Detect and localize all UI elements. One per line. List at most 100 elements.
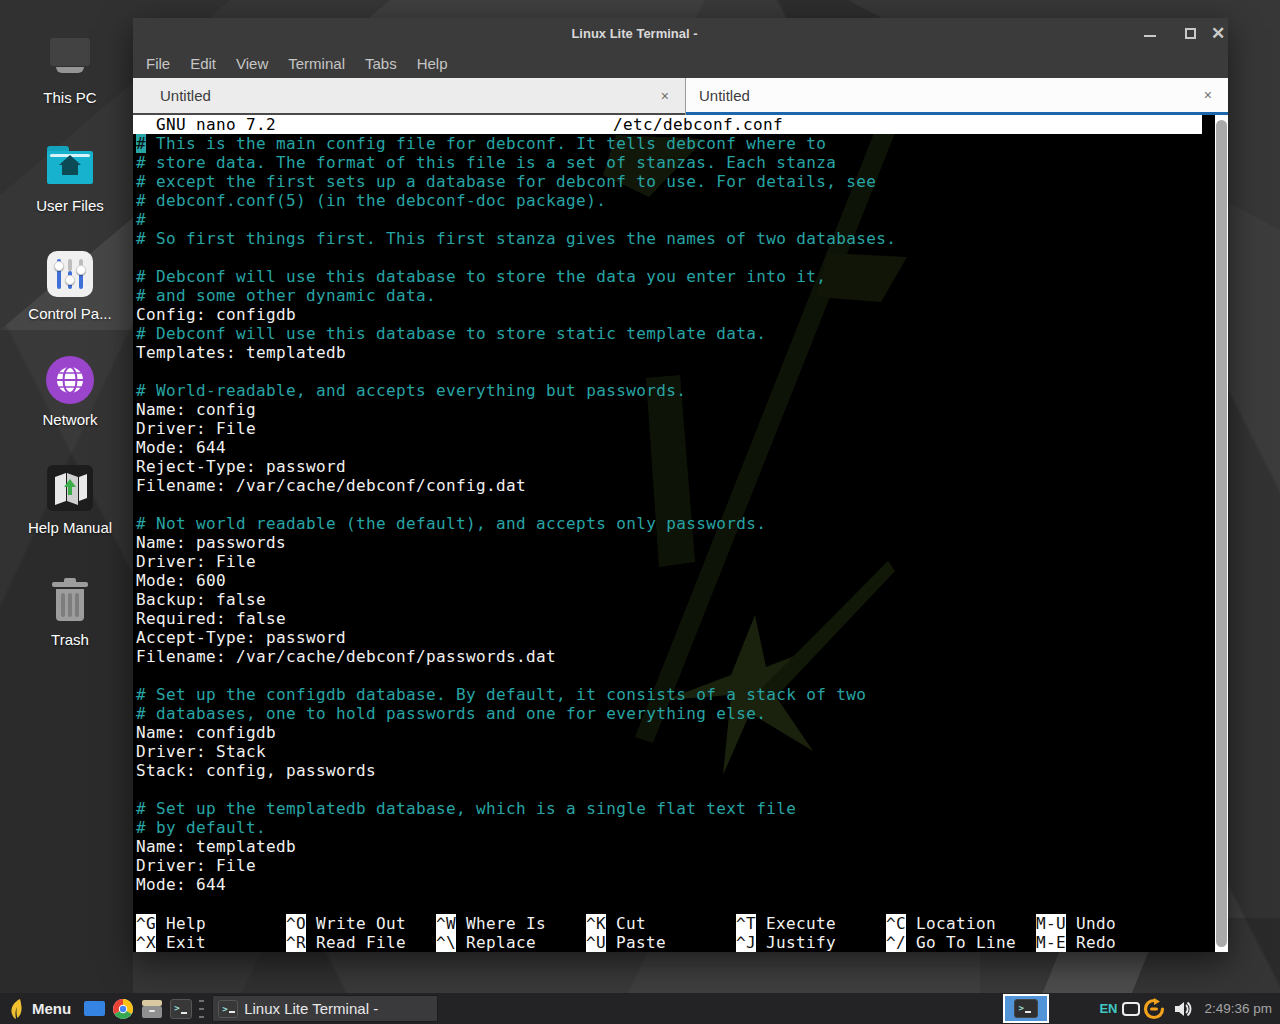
nano-shortcut: ^T Execute xyxy=(736,914,886,933)
task-button-label: Linux Lite Terminal - xyxy=(244,1000,378,1017)
control-panel-icon xyxy=(47,251,93,297)
scrollbar-thumb[interactable] xyxy=(1216,120,1227,947)
file-line: Driver: File xyxy=(133,552,1202,571)
desktop-icon-network[interactable]: Network xyxy=(0,356,140,428)
file-line xyxy=(133,666,1202,685)
file-line: # So first things first. This first stan… xyxy=(133,229,1202,248)
computer-icon xyxy=(44,38,96,78)
nano-filename: /etc/debconf.conf xyxy=(136,115,1120,134)
minimize-button[interactable] xyxy=(1144,27,1156,37)
nano-shortcut: ^\ Replace xyxy=(436,933,586,952)
file-line: Driver: File xyxy=(133,856,1202,875)
desktop-icon-this-pc[interactable]: This PC xyxy=(0,34,140,106)
desktop-icon-label: User Files xyxy=(0,197,140,214)
menu-edit[interactable]: Edit xyxy=(180,55,226,72)
desktop-icon-help-manual[interactable]: Help Manual xyxy=(0,464,140,536)
nano-version: GNU nano 7.2 xyxy=(136,115,276,134)
task-button-terminal[interactable]: > Linux Lite Terminal - xyxy=(212,995,438,1022)
home-folder-icon xyxy=(45,146,95,186)
file-line: Driver: File xyxy=(133,419,1202,438)
desktop-icon-label: Control Pa... xyxy=(0,305,140,322)
panel-separator xyxy=(199,1000,204,1018)
file-line: Mode: 600 xyxy=(133,571,1202,590)
file-line: # databases, one to hold passwords and o… xyxy=(133,704,1202,723)
nano-shortcut: ^X Exit xyxy=(136,933,286,952)
menubar: File Edit View Terminal Tabs Help xyxy=(133,48,1228,78)
chrome-icon[interactable] xyxy=(112,997,134,1021)
terminal-window: Linux Lite Terminal - ✕ File Edit View T… xyxy=(133,18,1228,952)
network-globe-icon xyxy=(46,356,94,404)
file-line: # Set up the configdb database. By defau… xyxy=(133,685,1202,704)
file-line: Mode: 644 xyxy=(133,875,1202,894)
system-tray: > EN 2:49:36 pm xyxy=(1003,994,1280,1023)
file-line: Required: false xyxy=(133,609,1202,628)
file-line: Reject-Type: password xyxy=(133,457,1202,476)
tab-close-icon[interactable]: × xyxy=(1204,87,1212,103)
desktop-icon-trash[interactable]: Trash xyxy=(0,576,140,648)
file-line: # Not world readable (the default), and … xyxy=(133,514,1202,533)
menu-button[interactable]: Menu xyxy=(0,993,76,1024)
keyboard-layout-indicator[interactable]: EN xyxy=(1099,1001,1117,1016)
nano-shortcut: ^J Justify xyxy=(736,933,886,952)
file-manager-icon[interactable] xyxy=(141,997,163,1021)
volume-icon[interactable] xyxy=(1173,999,1193,1019)
file-line: Mode: 644 xyxy=(133,438,1202,457)
terminal-launcher-icon[interactable]: > xyxy=(170,997,192,1021)
file-line: # by default. xyxy=(133,818,1202,837)
menu-file[interactable]: File xyxy=(136,55,180,72)
tab-label: Untitled xyxy=(160,87,211,104)
tab-untitled-2[interactable]: Untitled × xyxy=(686,78,1228,115)
file-line xyxy=(133,495,1202,514)
file-line: Backup: false xyxy=(133,590,1202,609)
updates-icon[interactable] xyxy=(1143,998,1165,1020)
file-line: # and some other dynamic data. xyxy=(133,286,1202,305)
file-line: # World-readable, and accepts everything… xyxy=(133,381,1202,400)
window-title: Linux Lite Terminal - xyxy=(133,18,1116,48)
file-line: # debconf.conf(5) (in the debconf-doc pa… xyxy=(133,191,1202,210)
tray-terminal-icon[interactable]: > xyxy=(1003,994,1049,1023)
window-titlebar[interactable]: Linux Lite Terminal - ✕ xyxy=(133,18,1228,48)
file-line: Accept-Type: password xyxy=(133,628,1202,647)
menu-view[interactable]: View xyxy=(226,55,278,72)
file-line: Templates: templatedb xyxy=(133,343,1202,362)
file-line: # xyxy=(133,210,1202,229)
file-line: Filename: /var/cache/debconf/config.dat xyxy=(133,476,1202,495)
taskbar: Menu > > Linux Lite Terminal - > EN 2:49… xyxy=(0,993,1280,1024)
file-line: Filename: /var/cache/debconf/passwords.d… xyxy=(133,647,1202,666)
nano-shortcut: ^C Location xyxy=(886,914,1036,933)
trash-icon xyxy=(50,578,90,622)
file-line: Name: config xyxy=(133,400,1202,419)
terminal-screen[interactable]: GNU nano 7.2/etc/debconf.conf# This is t… xyxy=(133,115,1228,952)
terminal-icon: > xyxy=(218,1000,238,1018)
workspace-icon[interactable] xyxy=(83,997,105,1021)
file-line xyxy=(133,780,1202,799)
file-line: # store data. The format of this file is… xyxy=(133,153,1202,172)
keyboard-icon[interactable] xyxy=(1122,1002,1140,1016)
file-line: # Debconf will use this database to stor… xyxy=(133,267,1202,286)
tab-bar: Untitled × Untitled × xyxy=(133,78,1228,115)
file-content: GNU nano 7.2/etc/debconf.conf# This is t… xyxy=(133,115,1202,894)
nano-shortcut: M-E Redo xyxy=(1036,933,1186,952)
linux-lite-logo-icon xyxy=(8,998,25,1020)
close-button[interactable]: ✕ xyxy=(1212,27,1224,39)
nano-shortcut: ^R Read File xyxy=(286,933,436,952)
desktop-icon-user-files[interactable]: User Files xyxy=(0,142,140,214)
tab-close-icon[interactable]: × xyxy=(661,88,669,104)
nano-shortcut: ^W Where Is xyxy=(436,914,586,933)
nano-shortcut: ^/ Go To Line xyxy=(886,933,1036,952)
menu-terminal[interactable]: Terminal xyxy=(278,55,355,72)
nano-shortcut: ^O Write Out xyxy=(286,914,436,933)
nano-shortcuts: ^G Help^O Write Out^W Where Is^K Cut^T E… xyxy=(133,914,1202,952)
menu-label: Menu xyxy=(32,1000,71,1017)
maximize-button[interactable] xyxy=(1185,28,1196,39)
menu-help[interactable]: Help xyxy=(407,55,458,72)
scrollbar[interactable] xyxy=(1215,115,1228,952)
desktop-icon-label: This PC xyxy=(0,89,140,106)
desktop-icon-control-panel[interactable]: Control Pa... xyxy=(0,250,140,322)
file-line: # except the first sets up a database fo… xyxy=(133,172,1202,191)
nano-titlebar: GNU nano 7.2/etc/debconf.conf xyxy=(133,115,1202,134)
tab-untitled-1[interactable]: Untitled × xyxy=(133,78,685,115)
file-line: Name: configdb xyxy=(133,723,1202,742)
file-line: Name: passwords xyxy=(133,533,1202,552)
menu-tabs[interactable]: Tabs xyxy=(355,55,407,72)
